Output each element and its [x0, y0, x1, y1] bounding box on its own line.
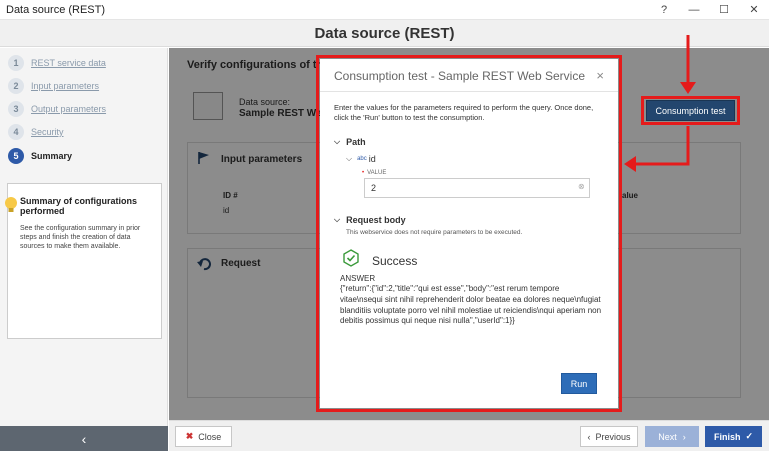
- down-arrow-icon: [680, 35, 696, 94]
- dialog-description: Enter the values for the parameters requ…: [334, 103, 594, 123]
- dialog-close-icon[interactable]: ×: [596, 68, 604, 83]
- param-name: id: [368, 154, 376, 164]
- clear-input-icon[interactable]: ⊗: [578, 182, 585, 191]
- success-label: Success: [372, 254, 418, 268]
- chevron-down-icon: ⌵: [334, 137, 341, 146]
- param-id-row[interactable]: ⌵ abc id: [346, 154, 376, 164]
- left-arrow-icon: [624, 126, 690, 172]
- success-check-icon: [343, 249, 359, 267]
- value-label: • VALUE: [362, 170, 386, 176]
- divider: [320, 91, 618, 92]
- required-marker: •: [362, 170, 365, 176]
- chevron-down-icon: ⌵: [346, 154, 353, 163]
- text-type-icon: abc: [357, 156, 367, 162]
- request-body-label: Request body: [346, 215, 406, 225]
- path-label: Path: [346, 137, 366, 147]
- run-button[interactable]: Run: [561, 373, 597, 394]
- value-label-text: VALUE: [367, 170, 387, 176]
- consumption-test-dialog: Consumption test - Sample REST Web Servi…: [320, 59, 618, 408]
- answer-label: ANSWER: [340, 274, 376, 283]
- path-section-header[interactable]: ⌵ Path: [334, 137, 366, 147]
- chevron-down-icon: ⌵: [334, 215, 341, 224]
- answer-text: {"return":{"id":2,"title":"qui est esse"…: [340, 284, 602, 326]
- dialog-title: Consumption test - Sample REST Web Servi…: [334, 69, 585, 83]
- value-input[interactable]: 2: [364, 178, 590, 198]
- request-body-section-header[interactable]: ⌵ Request body: [334, 215, 406, 225]
- request-body-note: This webservice does not require paramet…: [346, 229, 523, 236]
